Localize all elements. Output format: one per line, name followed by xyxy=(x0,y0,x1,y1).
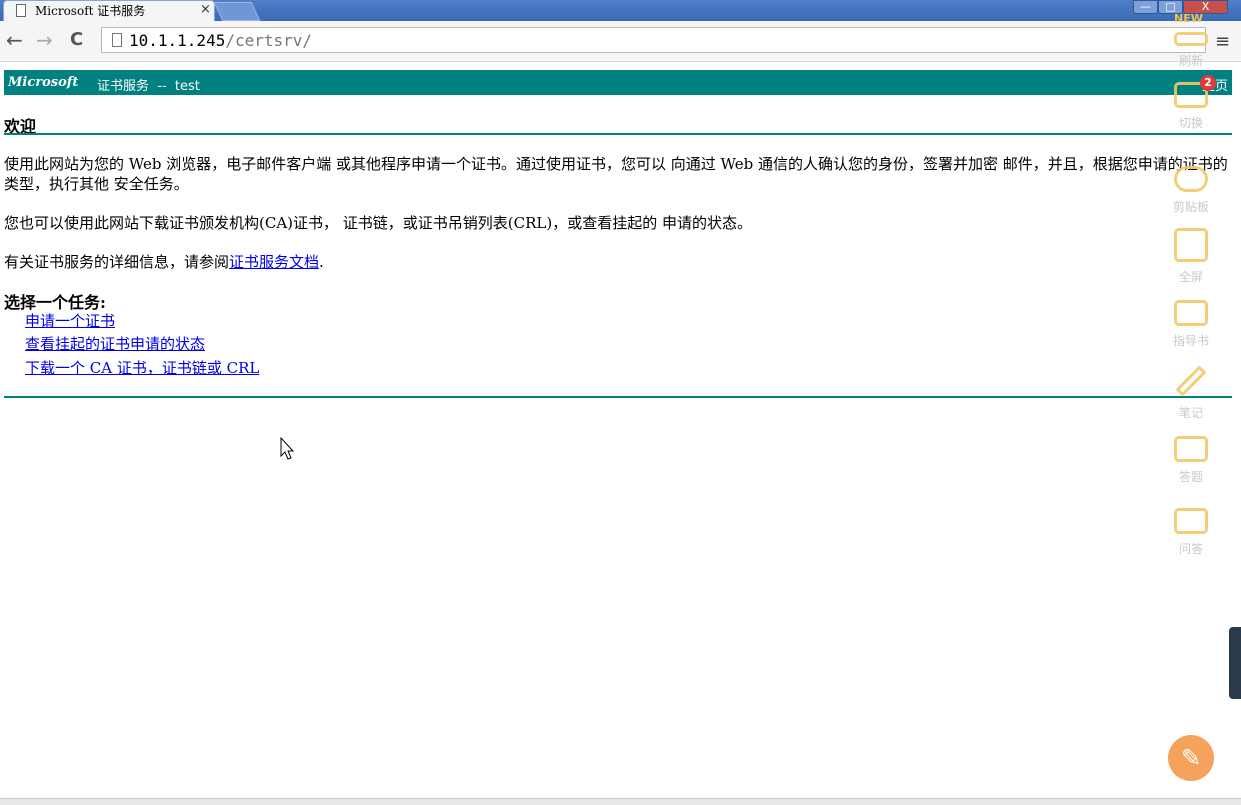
service-title: 证书服务 -- test xyxy=(97,79,200,94)
overlay-label: 指导书 xyxy=(1172,334,1209,348)
overlay-label: 全屏 xyxy=(1178,270,1203,284)
overlay-refresh[interactable]: 刷新 xyxy=(1168,32,1214,69)
notification-badge: 2 xyxy=(1200,75,1216,91)
minimize-button[interactable]: — xyxy=(1133,0,1158,14)
page-banner: Microsoft 证书服务 -- test 主页 xyxy=(4,70,1232,95)
docs-text: 有关证书服务的详细信息，请参阅 xyxy=(4,253,230,271)
reload-icon[interactable]: C xyxy=(70,29,83,51)
mouse-cursor-icon xyxy=(280,437,295,460)
overlay-label: 答题 xyxy=(1178,470,1203,484)
task-request-certificate[interactable]: 申请一个证书 xyxy=(25,310,115,331)
brand-name: Microsoft xyxy=(8,75,79,90)
guide-book-icon xyxy=(1174,300,1208,326)
overlay-fullscreen[interactable]: 全屏 xyxy=(1168,228,1214,285)
page-icon xyxy=(112,33,122,47)
divider xyxy=(4,133,1232,135)
menu-icon[interactable]: ≡ xyxy=(1215,31,1230,52)
qa-icon xyxy=(1174,508,1208,534)
docs-link[interactable]: 证书服务文档 xyxy=(229,253,319,271)
overlay-label: 笔记 xyxy=(1178,406,1203,420)
title-bar: Microsoft 证书服务 × — □ X xyxy=(0,0,1241,21)
overlay-label: 切换 xyxy=(1178,116,1203,130)
browser-tab[interactable]: Microsoft 证书服务 × xyxy=(3,0,215,21)
address-bar[interactable]: 10.1.1.245/certsrv/ xyxy=(101,27,1206,53)
side-panel-handle[interactable] xyxy=(1229,627,1241,699)
task-view-pending[interactable]: 查看挂起的证书申请的状态 xyxy=(25,333,205,354)
url-host: 10.1.1.245 xyxy=(129,31,226,50)
docs-paragraph: 有关证书服务的详细信息，请参阅证书服务文档. xyxy=(4,252,1229,272)
overlay-label: 刷新 xyxy=(1178,54,1203,68)
overlay-clipboard[interactable]: 剪贴板 xyxy=(1168,166,1214,215)
intro-paragraph: 使用此网站为您的 Web 浏览器，电子邮件客户端 或其他程序申请一个证书。通过使… xyxy=(4,155,1228,193)
ca-paragraph: 您也可以使用此网站下载证书颁发机构(CA)证书， 证书链，或证书吊销列表(CRL… xyxy=(4,214,752,232)
url-text: 10.1.1.245/certsrv/ xyxy=(129,31,312,50)
overlay-label: 问答 xyxy=(1178,542,1203,556)
docs-period: . xyxy=(319,253,324,271)
back-icon[interactable]: ← xyxy=(6,29,23,51)
task-download-ca[interactable]: 下载一个 CA 证书，证书链或 CRL xyxy=(25,357,259,378)
fullscreen-icon xyxy=(1174,228,1208,262)
tab-close-button[interactable]: × xyxy=(200,2,211,17)
pencil-icon xyxy=(1175,365,1207,397)
new-tab-button[interactable] xyxy=(213,2,261,21)
tab-title: Microsoft 证书服务 xyxy=(35,4,146,18)
overlay-answer[interactable]: 答题 xyxy=(1168,436,1214,485)
forward-icon[interactable]: → xyxy=(36,29,53,51)
overlay-notes[interactable]: 笔记 xyxy=(1168,364,1214,421)
document-icon xyxy=(16,4,26,17)
clipboard-icon xyxy=(1174,166,1208,192)
overlay-label: 剪贴板 xyxy=(1172,200,1209,214)
wrench-icon[interactable]: ✎ xyxy=(1168,735,1214,781)
url-path: /certsrv/ xyxy=(225,31,313,50)
refresh-icon xyxy=(1174,32,1208,46)
new-badge: NEW xyxy=(1174,12,1203,25)
divider xyxy=(4,396,1232,398)
browser-toolbar: ← → C 10.1.1.245/certsrv/ ≡ xyxy=(0,21,1241,62)
answer-icon xyxy=(1174,436,1208,462)
overlay-qa[interactable]: 问答 xyxy=(1168,508,1214,557)
overlay-guide[interactable]: 指导书 xyxy=(1168,300,1214,349)
